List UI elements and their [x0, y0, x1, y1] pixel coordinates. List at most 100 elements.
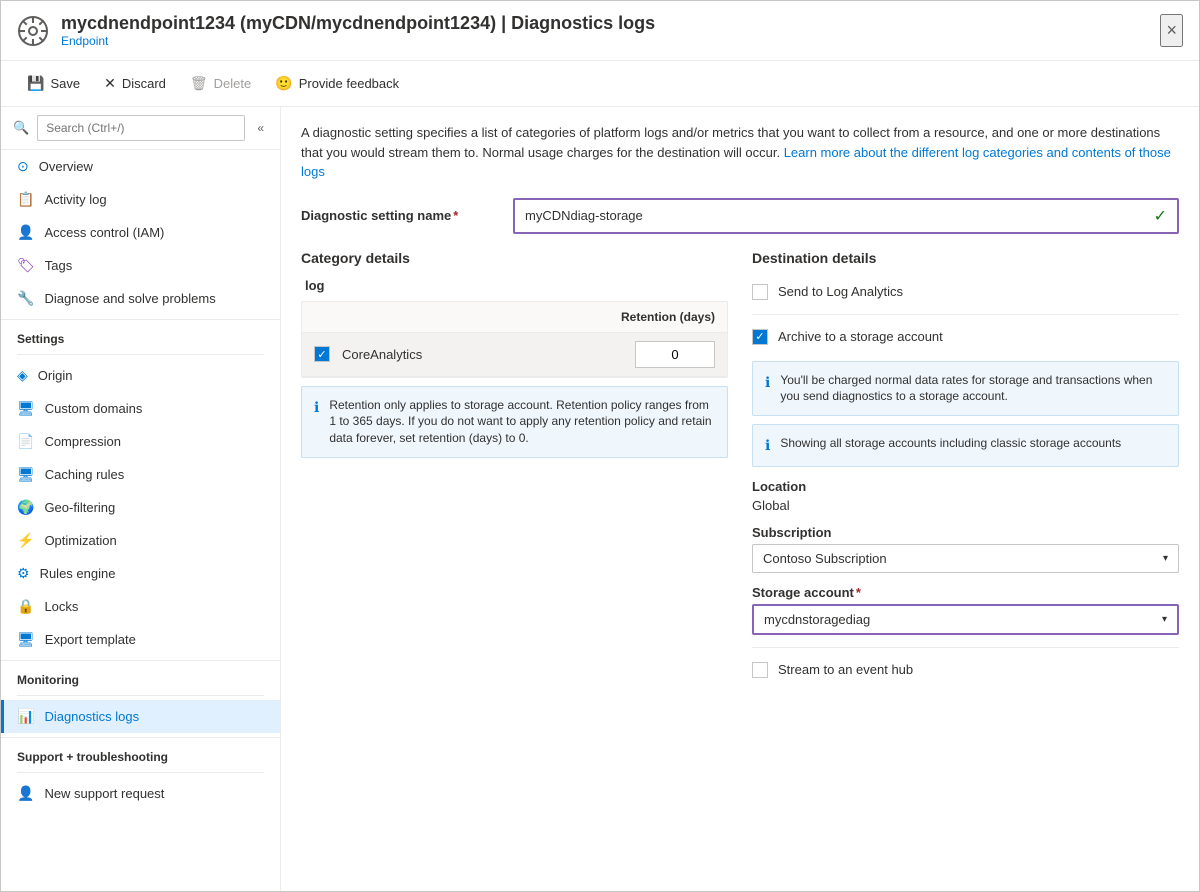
diagnostic-setting-name-label: Diagnostic setting name* — [301, 208, 501, 223]
core-analytics-row: CoreAnalytics — [302, 333, 727, 377]
delete-button[interactable]: 🗑 Delete — [180, 69, 261, 98]
discard-icon: ✕ — [104, 75, 116, 92]
log-label: log — [301, 278, 728, 293]
subscription-select[interactable]: Contoso Subscription ▾ — [752, 544, 1179, 573]
retention-header: Retention (days) — [621, 310, 715, 324]
storage-account-dropdown-arrow: ▾ — [1162, 614, 1167, 625]
header: mycdnendpoint1234 (myCDN/mycdnendpoint12… — [1, 1, 1199, 61]
discard-button[interactable]: ✕ Discard — [94, 69, 176, 98]
sidebar-item-optimization[interactable]: ⚡ Optimization — [1, 524, 280, 557]
diagnostics-logs-icon: 📊 — [17, 708, 34, 725]
sidebar-item-rules-engine[interactable]: ⚙ Rules engine — [1, 557, 280, 590]
destination-details-panel: Destination details Send to Log Analytic… — [752, 250, 1179, 684]
sidebar-item-diagnose[interactable]: 🔧 Diagnose and solve problems — [1, 282, 280, 315]
category-details-title: Category details — [301, 250, 728, 266]
category-details-panel: Category details log Retention (days) Co… — [301, 250, 728, 684]
settings-divider — [17, 354, 264, 355]
header-title-block: mycdnendpoint1234 (myCDN/mycdnendpoint12… — [61, 13, 1160, 48]
app-container: mycdnendpoint1234 (myCDN/mycdnendpoint12… — [0, 0, 1200, 892]
log-analytics-row: Send to Log Analytics — [752, 278, 1179, 306]
sidebar-item-caching-rules[interactable]: 🖥 Caching rules — [1, 458, 280, 491]
storage-account-select[interactable]: mycdnstoragediag ▾ — [752, 604, 1179, 635]
compression-icon: 📄 — [17, 433, 34, 450]
sidebar: 🔍 « ⊙ Overview 📋 Activity log 👤 Access c… — [1, 107, 281, 891]
export-template-icon: 🖥 — [17, 631, 35, 648]
toolbar: 💾 Save ✕ Discard 🗑 Delete 🙂 Provide feed… — [1, 61, 1199, 107]
two-column-layout: Category details log Retention (days) Co… — [301, 250, 1179, 684]
tags-icon: 🏷 — [17, 257, 35, 274]
feedback-button[interactable]: 🙂 Provide feedback — [265, 69, 409, 98]
main-content: A diagnostic setting specifies a list of… — [281, 107, 1199, 891]
info-icon-storage: ℹ — [765, 373, 770, 406]
location-group: Location Global — [752, 479, 1179, 513]
sidebar-item-compression[interactable]: 📄 Compression — [1, 425, 280, 458]
sidebar-item-new-support-request[interactable]: 👤 New support request — [1, 777, 280, 810]
stream-event-hub-row: Stream to an event hub — [752, 656, 1179, 684]
body: 🔍 « ⊙ Overview 📋 Activity log 👤 Access c… — [1, 107, 1199, 891]
collapse-button[interactable]: « — [253, 117, 268, 139]
diagnostic-setting-name-input[interactable]: myCDNdiag-storage ✓ — [513, 198, 1179, 234]
archive-storage-row: Archive to a storage account — [752, 323, 1179, 351]
save-button[interactable]: 💾 Save — [17, 69, 90, 98]
feedback-icon: 🙂 — [275, 75, 292, 92]
settings-icon — [17, 15, 49, 47]
close-button[interactable]: × — [1160, 14, 1183, 47]
archive-storage-checkbox[interactable] — [752, 329, 768, 345]
info-icon: ℹ — [314, 398, 319, 447]
sidebar-item-origin[interactable]: ◈ Origin — [1, 359, 280, 392]
log-table-header: Retention (days) — [302, 302, 727, 333]
support-request-icon: 👤 — [17, 785, 34, 802]
sidebar-item-custom-domains[interactable]: 🖥 Custom domains — [1, 392, 280, 425]
sidebar-item-overview[interactable]: ⊙ Overview — [1, 150, 280, 183]
retention-input-col — [635, 341, 715, 368]
diagnose-icon: 🔧 — [17, 290, 34, 307]
location-label: Location — [752, 479, 1179, 494]
description: A diagnostic setting specifies a list of… — [301, 123, 1179, 182]
destination-details-title: Destination details — [752, 250, 1179, 266]
log-table: Retention (days) CoreAnalytics — [301, 301, 728, 378]
access-control-icon: 👤 — [17, 224, 34, 241]
archive-storage-label: Archive to a storage account — [778, 329, 943, 344]
page-subtitle: Endpoint — [61, 34, 1160, 48]
support-section-header: Support + troubleshooting — [1, 737, 280, 768]
stream-event-hub-label: Stream to an event hub — [778, 662, 913, 677]
save-icon: 💾 — [27, 75, 44, 92]
sidebar-item-diagnostics-logs[interactable]: 📊 Diagnostics logs — [1, 700, 280, 733]
retention-info-box: ℹ Retention only applies to storage acco… — [301, 386, 728, 458]
geo-filtering-icon: 🌍 — [17, 499, 34, 516]
sidebar-item-activity-log[interactable]: 📋 Activity log — [1, 183, 280, 216]
search-input[interactable] — [37, 115, 245, 141]
sidebar-item-export-template[interactable]: 🖥 Export template — [1, 623, 280, 656]
storage-charge-info-box: ℹ You'll be charged normal data rates fo… — [752, 361, 1179, 417]
search-icon: 🔍 — [13, 120, 29, 136]
subscription-label: Subscription — [752, 525, 1179, 540]
subscription-dropdown-arrow: ▾ — [1163, 553, 1168, 564]
dest-divider-2 — [752, 647, 1179, 648]
input-valid-icon: ✓ — [1154, 206, 1167, 226]
sidebar-item-geo-filtering[interactable]: 🌍 Geo-filtering — [1, 491, 280, 524]
core-analytics-checkbox[interactable] — [314, 346, 330, 362]
page-title: mycdnendpoint1234 (myCDN/mycdnendpoint12… — [61, 13, 1160, 34]
support-divider — [17, 772, 264, 773]
stream-event-hub-checkbox[interactable] — [752, 662, 768, 678]
rules-engine-icon: ⚙ — [17, 565, 30, 582]
overview-icon: ⊙ — [17, 158, 29, 175]
retention-input[interactable] — [635, 341, 715, 368]
optimization-icon: ⚡ — [17, 532, 34, 549]
monitoring-divider — [17, 695, 264, 696]
showing-storage-info-box: ℹ Showing all storage accounts including… — [752, 424, 1179, 467]
location-value: Global — [752, 498, 1179, 513]
storage-account-label: Storage account* — [752, 585, 1179, 600]
delete-icon: 🗑 — [190, 75, 208, 92]
sidebar-item-access-control[interactable]: 👤 Access control (IAM) — [1, 216, 280, 249]
activity-log-icon: 📋 — [17, 191, 34, 208]
sidebar-item-tags[interactable]: 🏷 Tags — [1, 249, 280, 282]
custom-domains-icon: 🖥 — [17, 400, 35, 417]
origin-icon: ◈ — [17, 367, 28, 384]
info-icon-showing: ℹ — [765, 436, 770, 456]
locks-icon: 🔒 — [17, 598, 34, 615]
log-analytics-label: Send to Log Analytics — [778, 284, 903, 299]
sidebar-item-locks[interactable]: 🔒 Locks — [1, 590, 280, 623]
storage-account-group: Storage account* mycdnstoragediag ▾ — [752, 585, 1179, 635]
log-analytics-checkbox[interactable] — [752, 284, 768, 300]
